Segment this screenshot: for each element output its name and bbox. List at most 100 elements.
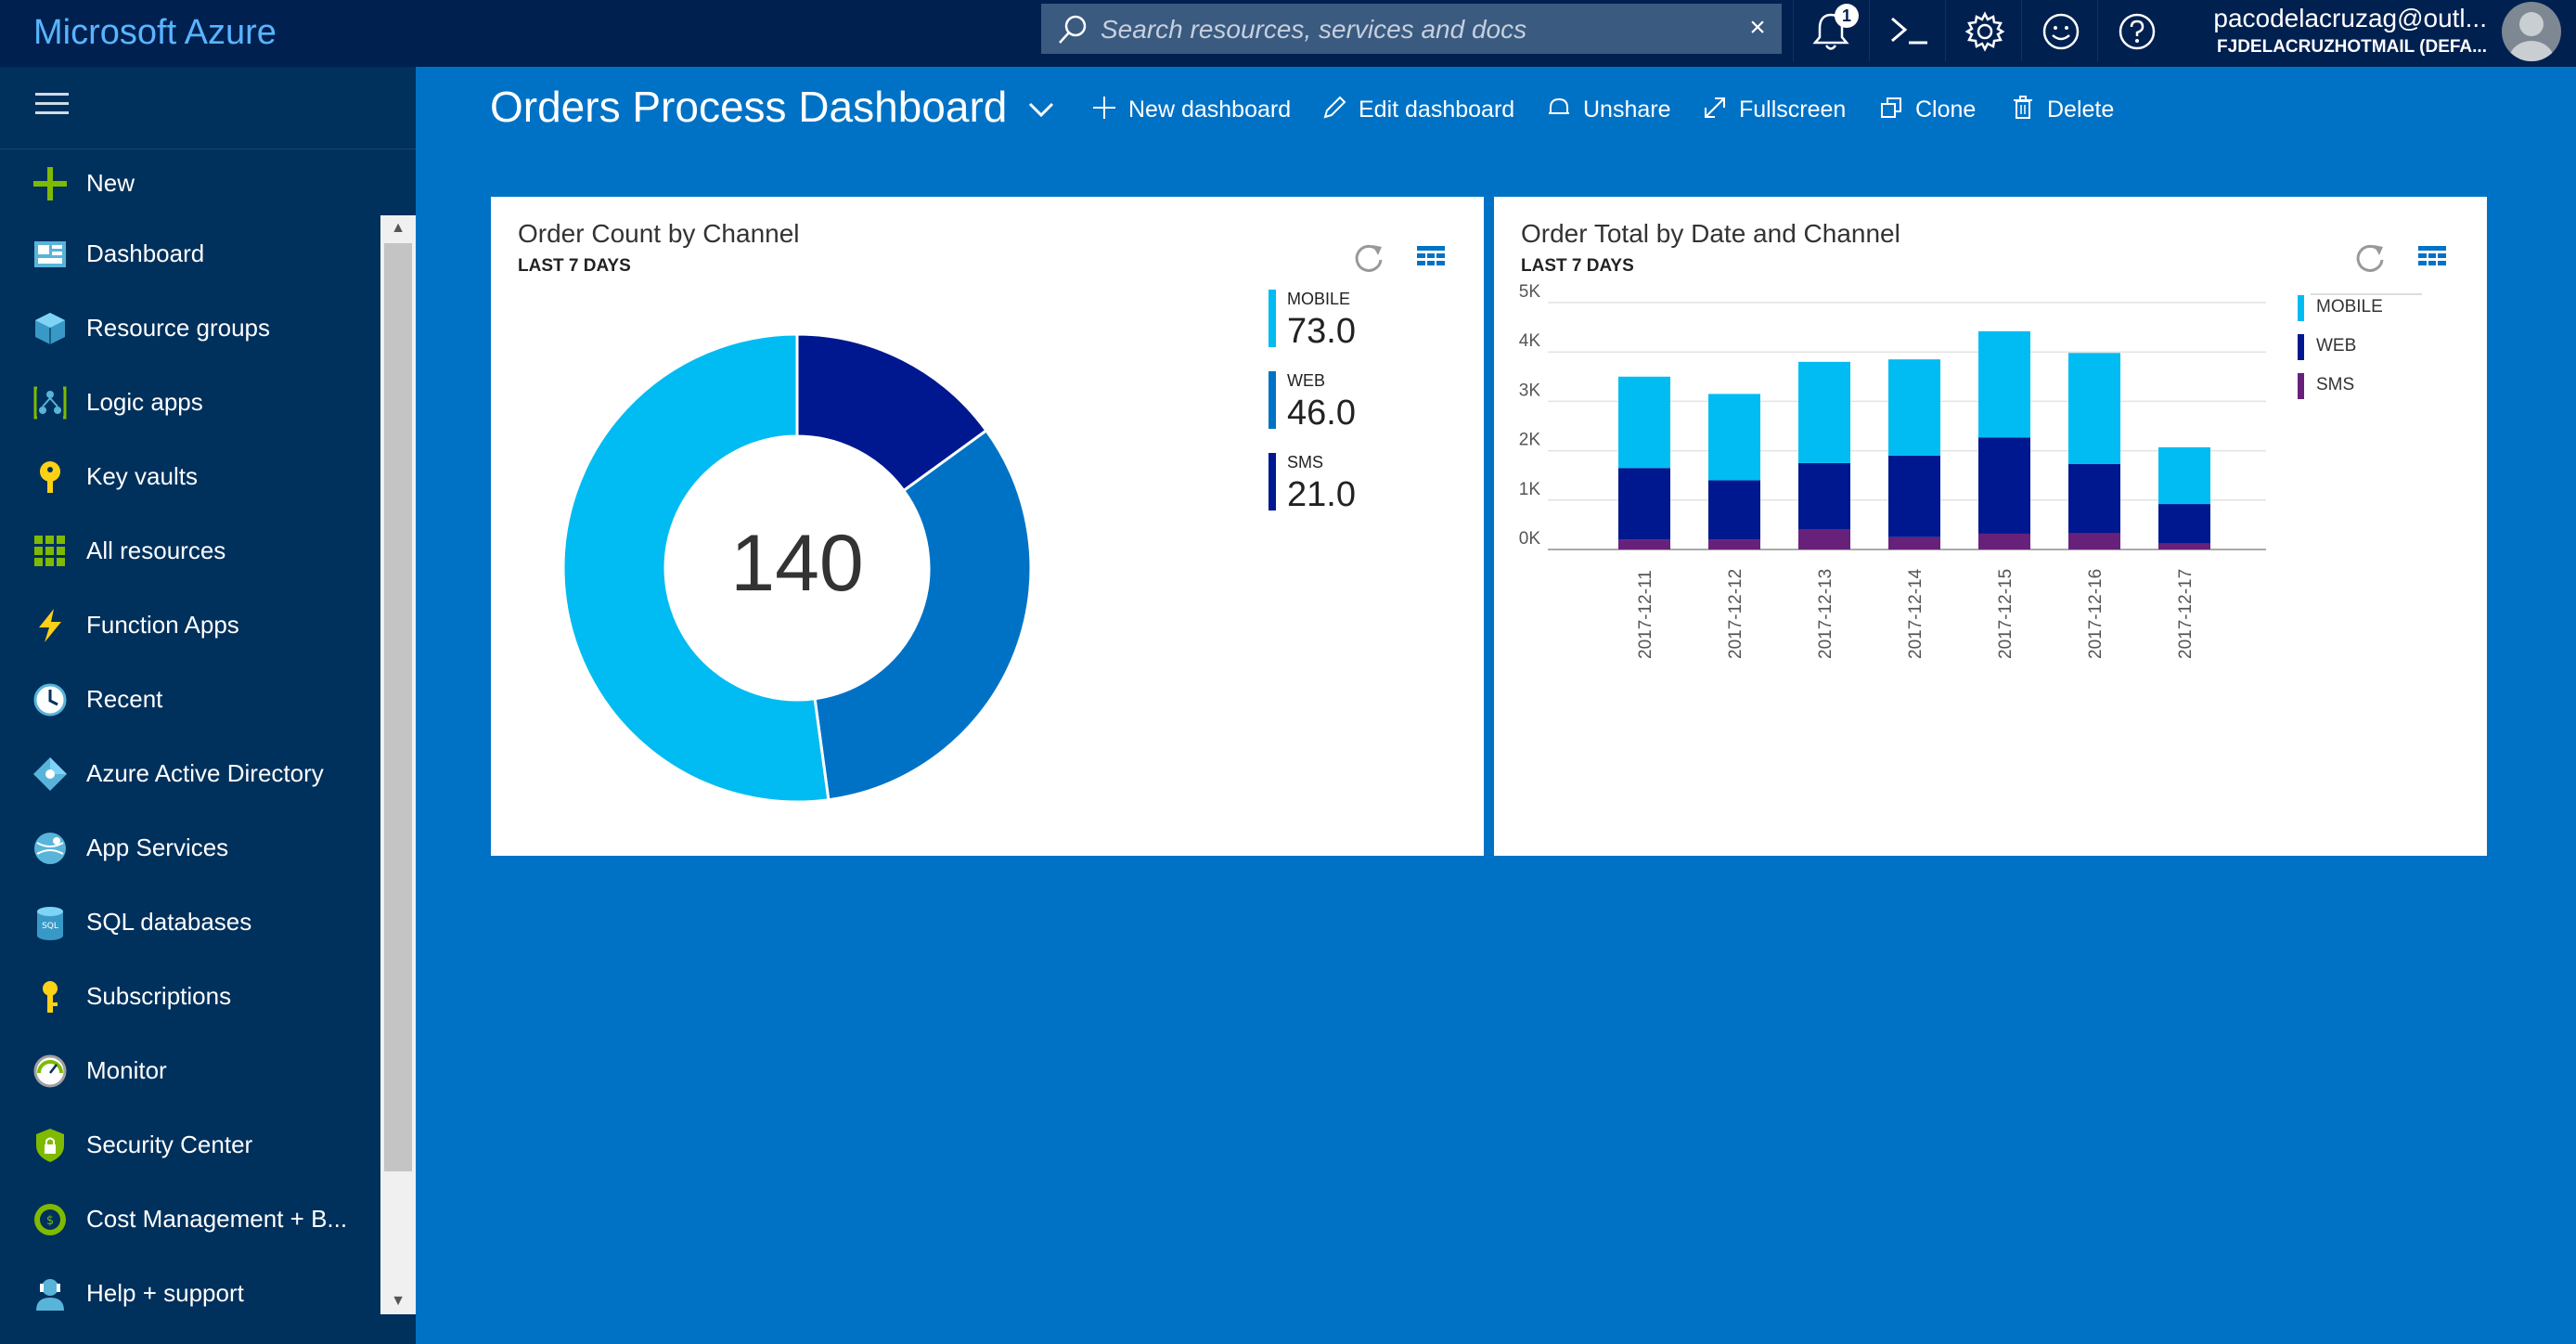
bar-segment-sms[interactable] (1978, 533, 2030, 549)
sidebar-item-cost-management[interactable]: $ Cost Management + B... (0, 1184, 380, 1257)
dashboard-title[interactable]: Orders Process Dashboard (490, 82, 1007, 132)
legend-name: MOBILE (2316, 297, 2383, 317)
notifications-button[interactable]: 1 (1793, 0, 1868, 61)
all-resources-icon (34, 536, 65, 566)
hamburger-menu-icon[interactable] (35, 93, 69, 117)
sidebar-item-all-resources[interactable]: All resources (0, 516, 380, 588)
tile-order-total[interactable]: Order Total by Date and Channel LAST 7 D… (1494, 197, 2487, 856)
bar-segment-sms[interactable] (2068, 533, 2120, 549)
delete-button[interactable]: Delete (2010, 91, 2131, 128)
settings-button[interactable] (1945, 0, 2020, 61)
sidebar-item-label: Help + support (86, 1279, 244, 1307)
edit-dashboard-button[interactable]: Edit dashboard (1321, 91, 1516, 128)
sidebar-item-azure-active-directory[interactable]: Azure Active Directory (0, 739, 380, 811)
app-services-icon (34, 833, 66, 864)
sidebar-item-help-support[interactable]: Help + support (0, 1259, 380, 1331)
search-box[interactable]: × (1041, 4, 1782, 54)
app-title[interactable]: Microsoft Azure (33, 9, 277, 56)
y-tick-label: 0K (1519, 529, 1541, 549)
bar-segment-mobile[interactable] (2158, 446, 2210, 505)
bar-segment-web[interactable] (1618, 468, 1670, 540)
smiley-icon (2042, 13, 2080, 50)
top-bar: Microsoft Azure × 1 (0, 0, 2576, 67)
bar-segment-mobile[interactable] (1888, 359, 1940, 456)
sidebar-scrollbar[interactable]: ▲ ▼ (380, 215, 416, 1314)
account-email: pacodelacruzag@outl... (2213, 4, 2487, 32)
legend-swatch (2298, 373, 2304, 399)
sidebar-item-recent[interactable]: Recent (0, 665, 380, 737)
bar-segment-sms[interactable] (1708, 539, 1760, 549)
sidebar-item-logic-apps[interactable]: Logic apps (0, 368, 380, 440)
shield-icon (36, 1129, 64, 1162)
help-button[interactable] (2097, 0, 2172, 61)
scrollbar-thumb[interactable] (384, 243, 412, 1171)
sidebar-item-label: Security Center (86, 1131, 253, 1158)
refresh-icon[interactable] (2351, 239, 2389, 277)
scroll-up-icon[interactable]: ▲ (380, 215, 416, 241)
sidebar: New Dashboard Resource groups Logic apps… (0, 67, 416, 1344)
clone-button[interactable]: Clone (1878, 91, 1990, 128)
search-input[interactable] (1099, 9, 1706, 50)
bar-segment-web[interactable] (2158, 504, 2210, 544)
legend-name: SMS (1287, 453, 1324, 472)
gear-icon (1964, 11, 2005, 52)
sidebar-item-sql-databases[interactable]: SQL SQL databases (0, 887, 380, 960)
bar-segment-mobile[interactable] (1708, 394, 1760, 481)
bar-segment-mobile[interactable] (1978, 330, 2030, 438)
sidebar-item-label: Recent (86, 685, 163, 713)
bar-segment-mobile[interactable] (1618, 376, 1670, 469)
question-icon (2119, 13, 2156, 50)
clock-icon (33, 683, 67, 717)
bar-segment-web[interactable] (1708, 480, 1760, 540)
sidebar-item-label: Resource groups (86, 314, 270, 342)
bar-segment-web[interactable] (1888, 455, 1940, 537)
sidebar-item-security-center[interactable]: Security Center (0, 1110, 380, 1182)
sidebar-item-monitor[interactable]: Monitor (0, 1036, 380, 1108)
chevron-down-icon[interactable] (1024, 93, 1058, 126)
sidebar-item-subscriptions[interactable]: Subscriptions (0, 962, 380, 1034)
feedback-button[interactable] (2021, 0, 2096, 61)
avatar[interactable] (2502, 2, 2561, 61)
scroll-down-icon[interactable]: ▼ (380, 1288, 416, 1314)
fullscreen-button[interactable]: Fullscreen (1702, 91, 1860, 128)
plus-icon (33, 167, 67, 200)
clear-search-icon[interactable]: × (1739, 9, 1776, 46)
sidebar-item-function-apps[interactable]: Function Apps (0, 590, 380, 663)
account-menu[interactable]: pacodelacruzag@outl... FJDELACRUZHOTMAIL… (2171, 0, 2487, 67)
sidebar-item-new[interactable]: New (0, 149, 380, 221)
bar-segment-mobile[interactable] (1798, 361, 1850, 463)
grid-menu-icon[interactable] (2416, 243, 2448, 271)
unshare-label: Unshare (1583, 97, 1671, 123)
bar-segment-sms[interactable] (1888, 536, 1940, 549)
bar-segment-web[interactable] (2068, 463, 2120, 534)
bar-segment-sms[interactable] (1618, 539, 1670, 549)
sidebar-item-label: Azure Active Directory (86, 759, 324, 787)
y-tick-label: 2K (1519, 431, 1541, 450)
pencil-icon (1323, 96, 1346, 119)
sidebar-item-key-vaults[interactable]: Key vaults (0, 442, 380, 514)
x-tick-label: 2017-12-17 (2176, 569, 2196, 659)
sidebar-item-dashboard[interactable]: Dashboard (0, 219, 380, 291)
bar-segment-sms[interactable] (2158, 543, 2210, 549)
x-tick-label: 2017-12-15 (1996, 569, 2016, 659)
account-tenant: FJDELACRUZHOTMAIL (DEFA... (2217, 37, 2487, 57)
unshare-button[interactable]: Unshare (1546, 91, 1676, 128)
legend-swatch (2298, 334, 2304, 360)
x-tick-label: 2017-12-14 (1906, 568, 1926, 659)
sidebar-item-app-services[interactable]: App Services (0, 813, 380, 885)
sidebar-item-resource-groups[interactable]: Resource groups (0, 293, 380, 366)
cloud-shell-icon (1891, 17, 1927, 45)
legend-value: 46.0 (1287, 394, 1356, 433)
stacked-bar-chart: 0K 1K 2K 3K 4K 5K 2017-12-11 2017-12-12 2017-12… (1519, 282, 2266, 659)
new-dashboard-button[interactable]: New dashboard (1091, 91, 1295, 128)
bar-segment-sms[interactable] (1798, 529, 1850, 549)
donut-slice-web[interactable] (813, 428, 1033, 802)
tile-order-count[interactable]: Order Count by Channel LAST 7 DAYS 140 M… (491, 197, 1484, 856)
edit-dashboard-label: Edit dashboard (1359, 97, 1515, 123)
bar-segment-web[interactable] (1798, 462, 1850, 530)
cloud-shell-button[interactable] (1869, 0, 1944, 61)
bar-segment-web[interactable] (1978, 437, 2030, 534)
legend-swatch (1269, 453, 1276, 510)
sidebar-item-label: SQL databases (86, 908, 252, 936)
bar-segment-mobile[interactable] (2068, 353, 2120, 464)
